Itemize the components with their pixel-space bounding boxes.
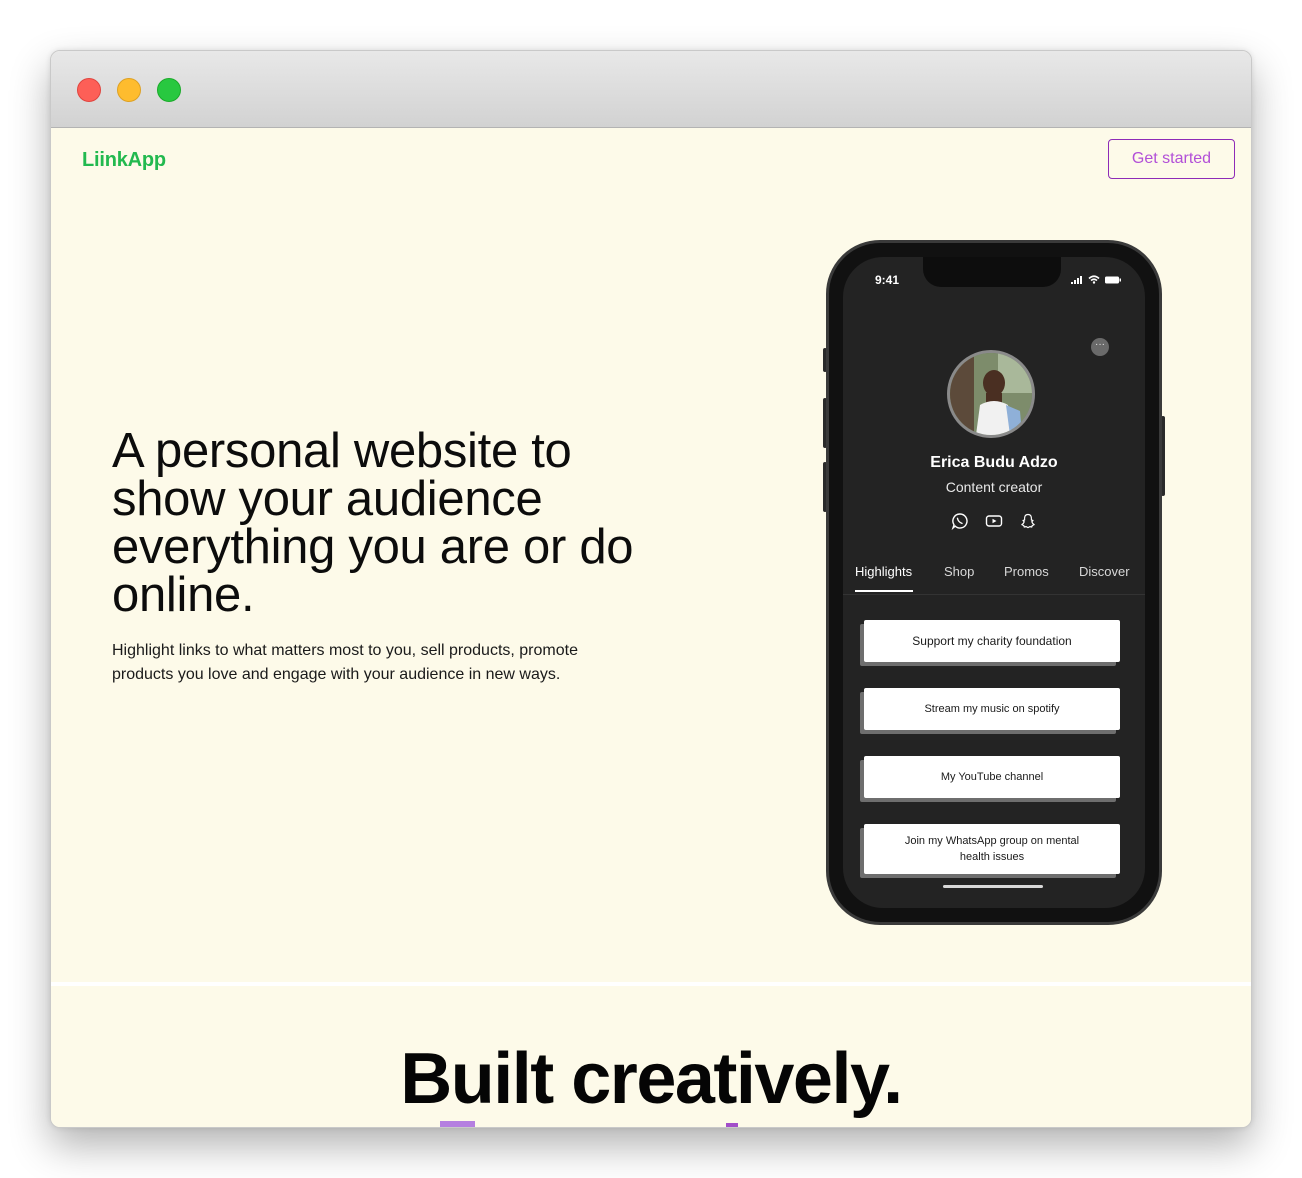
link-card-youtube[interactable]: My YouTube channel bbox=[864, 756, 1120, 798]
tabs-divider bbox=[843, 594, 1145, 595]
profile-name: Erica Budu Adzo bbox=[930, 454, 1058, 471]
whatsapp-icon[interactable] bbox=[951, 512, 969, 530]
landing-page: LiinkApp Get started A personal website … bbox=[51, 128, 1251, 1127]
status-icons bbox=[1071, 275, 1121, 284]
section-title: Built creatively. bbox=[400, 1039, 903, 1119]
battery-icon bbox=[1105, 276, 1121, 283]
minimize-window-button[interactable] bbox=[117, 78, 141, 102]
phone-screen: 9:41 ··· Erica Budu Adzo Content creator… bbox=[843, 257, 1145, 908]
link-card-charity[interactable]: Support my charity foundation bbox=[864, 620, 1120, 662]
browser-window: LiinkApp Get started A personal website … bbox=[50, 50, 1252, 1128]
signal-icon bbox=[1071, 275, 1082, 284]
phone-notch bbox=[923, 257, 1061, 287]
more-options-button[interactable]: ··· bbox=[1091, 338, 1109, 356]
window-titlebar bbox=[51, 51, 1251, 128]
profile-avatar bbox=[947, 350, 1035, 438]
profile-role: Content creator bbox=[945, 479, 1043, 495]
home-indicator bbox=[943, 885, 1043, 888]
avatar-photo bbox=[950, 353, 1032, 435]
active-tab-indicator bbox=[855, 590, 913, 592]
link-card-spotify[interactable]: Stream my music on spotify bbox=[864, 688, 1120, 730]
profile-tabs: Highlights Shop Promos Discover bbox=[843, 564, 1145, 594]
maximize-window-button[interactable] bbox=[157, 78, 181, 102]
accent-shape bbox=[440, 1121, 475, 1127]
link-card-whatsapp[interactable]: Join my WhatsApp group on mental health … bbox=[864, 824, 1120, 874]
social-icons bbox=[843, 512, 1145, 530]
status-time: 9:41 bbox=[875, 273, 900, 287]
tab-shop[interactable]: Shop bbox=[944, 564, 974, 579]
wifi-icon bbox=[1088, 275, 1100, 284]
snapchat-icon[interactable] bbox=[1019, 512, 1037, 530]
hero-headline: A personal website to show your audience… bbox=[112, 424, 634, 622]
youtube-icon[interactable] bbox=[985, 512, 1003, 530]
brand-logo[interactable]: LiinkApp bbox=[82, 149, 166, 172]
tab-discover[interactable]: Discover bbox=[1079, 564, 1130, 579]
close-window-button[interactable] bbox=[77, 78, 101, 102]
get-started-button[interactable]: Get started bbox=[1108, 139, 1235, 179]
phone-mockup: 9:41 ··· Erica Budu Adzo Content creator… bbox=[826, 240, 1162, 925]
tab-promos[interactable]: Promos bbox=[1004, 564, 1049, 579]
hero-subtext: Highlight links to what matters most to … bbox=[112, 642, 578, 683]
accent-shape-small bbox=[726, 1123, 738, 1127]
tab-highlights[interactable]: Highlights bbox=[855, 564, 912, 579]
section-divider bbox=[51, 982, 1251, 986]
